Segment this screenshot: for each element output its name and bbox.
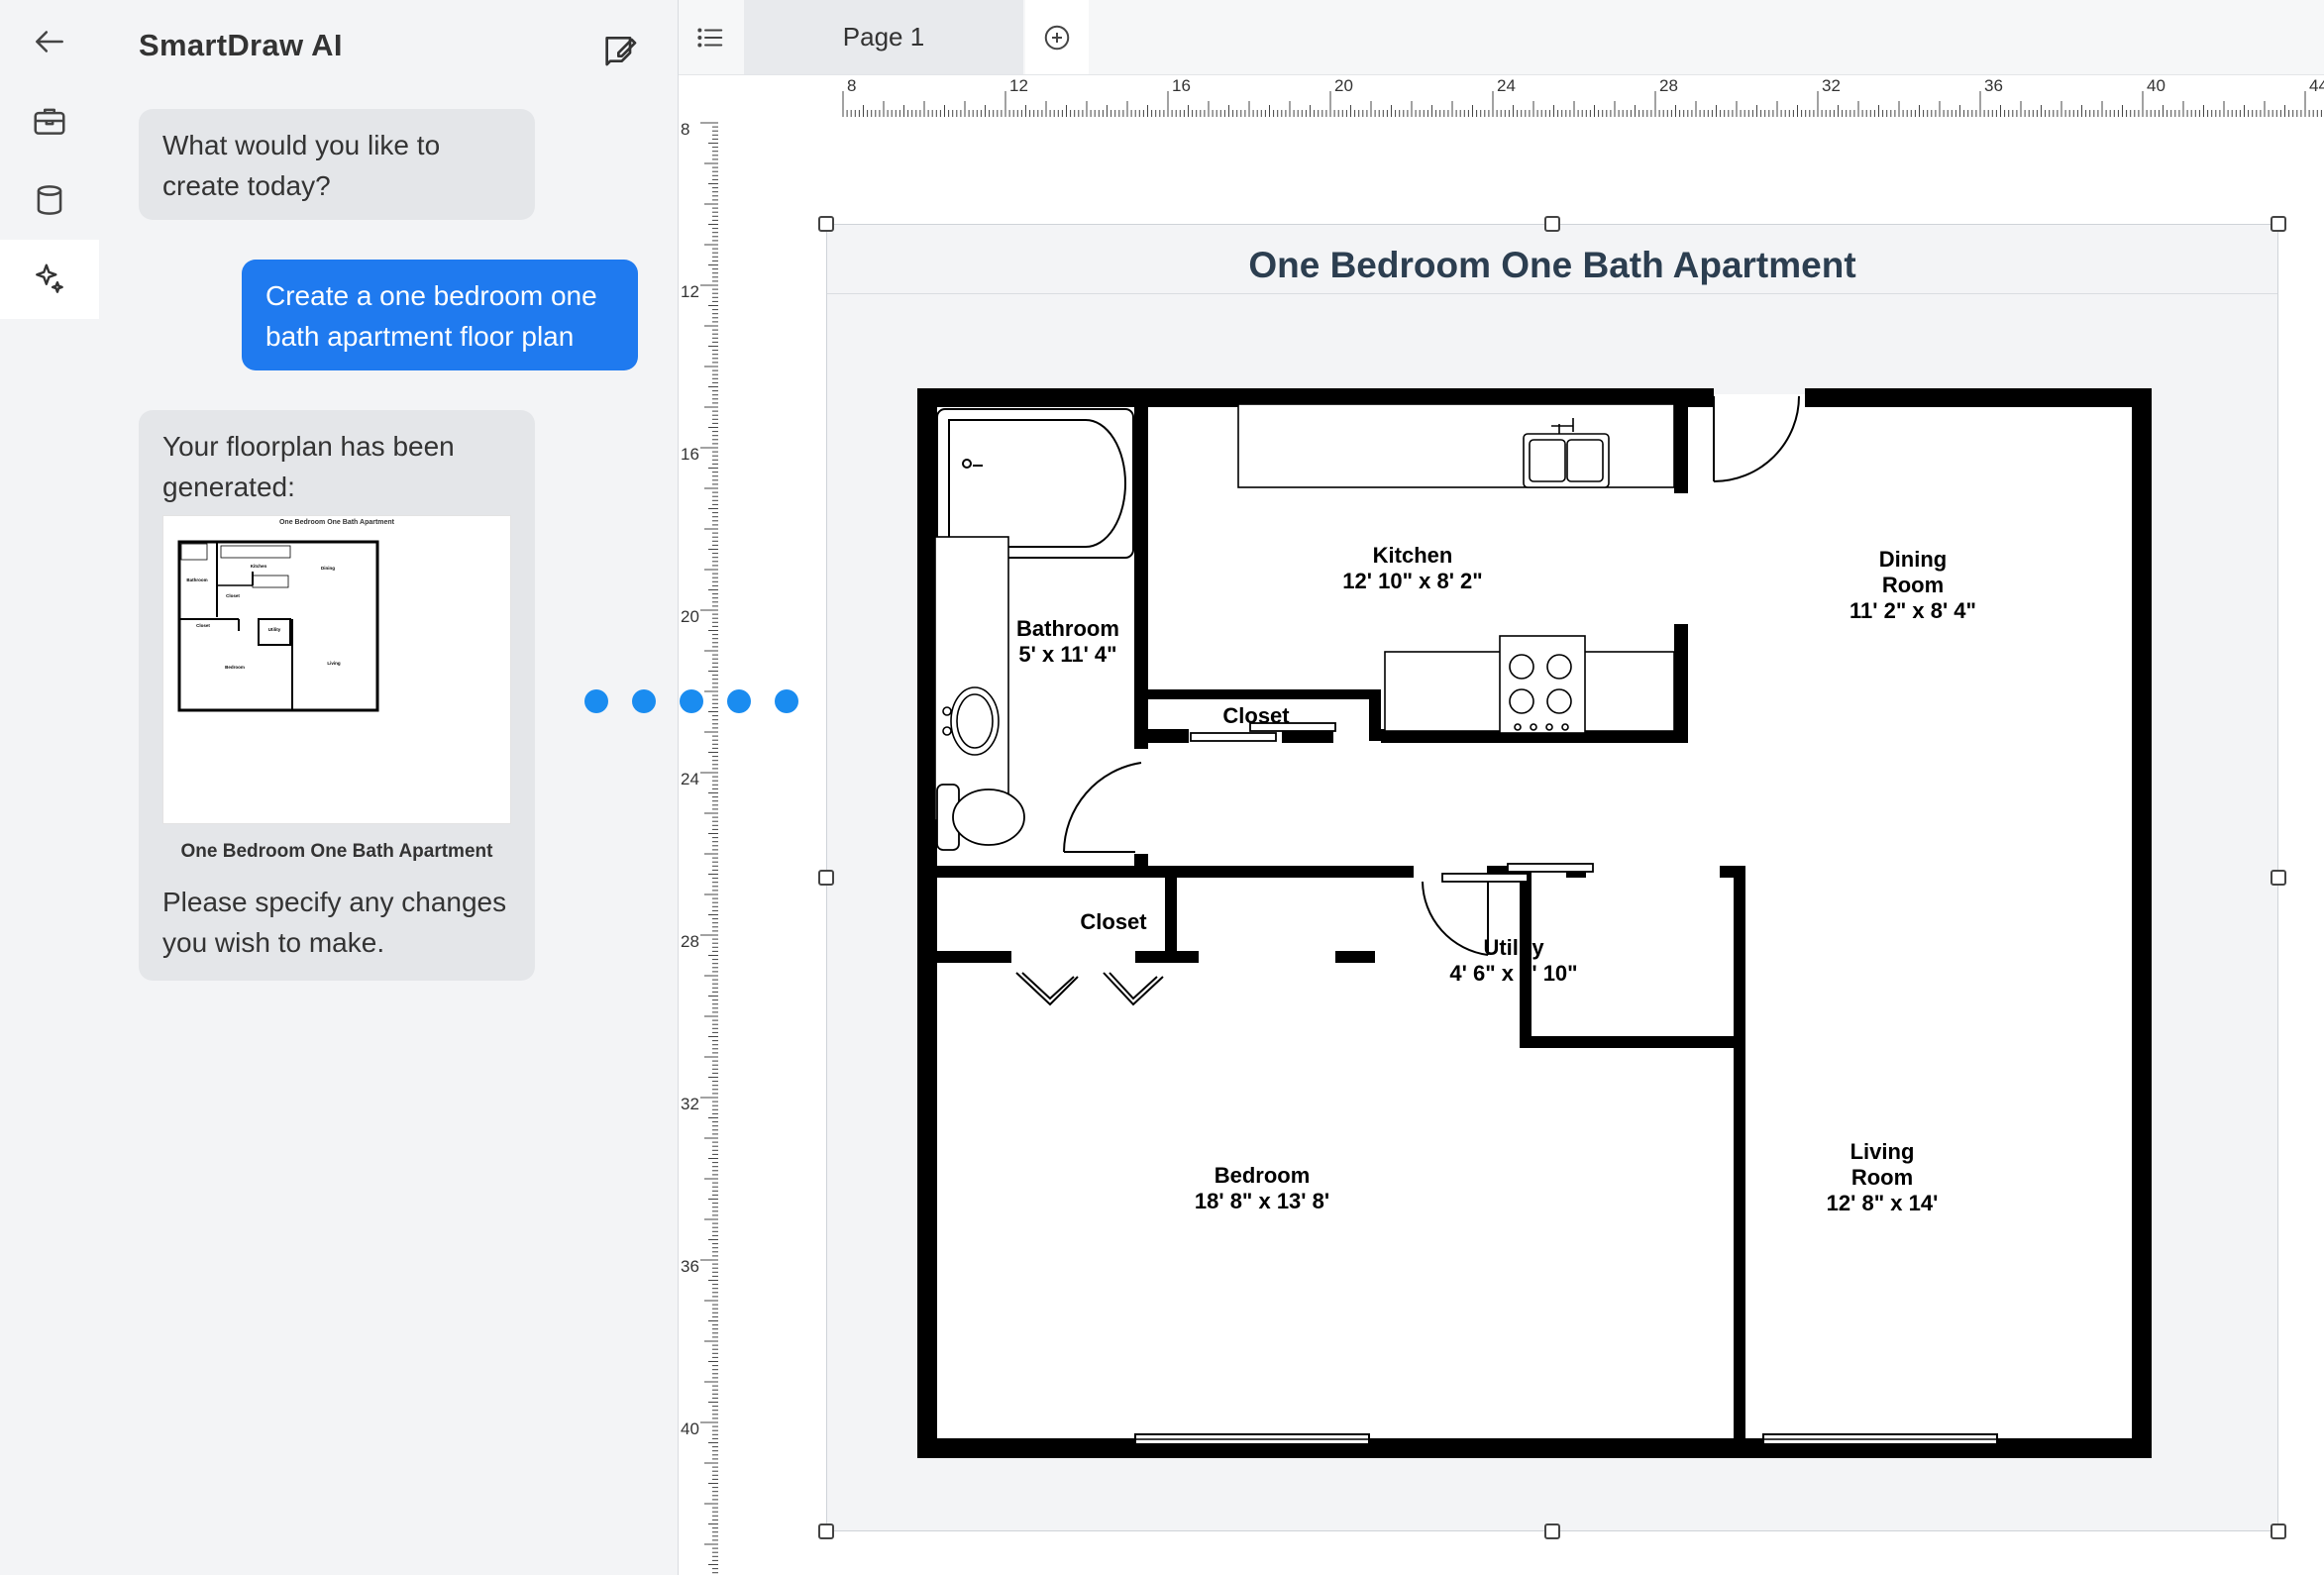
vertical-ruler: 8 12 16 20 24 28 32 36 40	[679, 117, 718, 1575]
resize-handle-ne[interactable]	[2271, 216, 2286, 232]
resize-handle-nw[interactable]	[818, 216, 834, 232]
icon-rail	[0, 0, 100, 1575]
thumb-dining-label: Dining	[321, 566, 335, 571]
drag-dot	[727, 689, 751, 713]
ai-assistant-button[interactable]	[0, 240, 99, 319]
message-text: Please specify any changes you wish to m…	[162, 887, 507, 958]
list-icon	[697, 27, 723, 48]
horizontal-ruler: 8 12 16 20 24 28 32 36 40 44	[679, 75, 2324, 117]
ruler-label: 16	[681, 445, 699, 464]
thumbnail-caption: One Bedroom One Bath Apartment	[180, 841, 493, 862]
thumb-kitchen-label: Kitchen	[251, 564, 267, 569]
user-message: Create a one bedroom one bath apartment …	[242, 260, 638, 370]
message-text: Create a one bedroom one bath apartment …	[265, 280, 597, 352]
floorplan-thumbnail[interactable]: One Bedroom One Bath Apartment Kitchen D…	[162, 515, 511, 824]
panel-resize-handle[interactable]	[584, 687, 802, 717]
ruler-label: 12	[681, 282, 699, 301]
drag-dot	[584, 689, 608, 713]
add-page-button[interactable]	[1025, 0, 1089, 74]
thumb-closet-label: Closet	[226, 593, 240, 598]
resize-handle-sw[interactable]	[818, 1523, 834, 1539]
selection-box	[826, 224, 2278, 1531]
thumb-closet-label: Closet	[196, 623, 210, 628]
assistant-message: Your floorplan has been generated: One B…	[139, 410, 535, 981]
ruler-label: 8	[847, 76, 856, 95]
data-button[interactable]	[0, 160, 99, 240]
ruler-label: 28	[681, 932, 699, 951]
drag-dot	[632, 689, 656, 713]
arrow-left-icon	[36, 31, 63, 52]
ruler-label: 20	[681, 607, 699, 626]
ruler-label: 44	[2309, 76, 2324, 95]
thumbnail-title: One Bedroom One Bath Apartment	[279, 519, 395, 526]
briefcase-icon	[34, 108, 65, 135]
templates-button[interactable]	[0, 81, 99, 160]
message-text: Your floorplan has been generated:	[162, 431, 455, 502]
plus-circle-icon	[1044, 25, 1070, 50]
resize-handle-e[interactable]	[2271, 870, 2286, 886]
page-list-button[interactable]	[679, 0, 742, 74]
new-chat-button[interactable]	[600, 30, 640, 69]
resize-handle-w[interactable]	[818, 870, 834, 886]
ruler-label: 24	[1497, 76, 1516, 95]
back-button[interactable]	[0, 2, 99, 81]
ruler-label: 40	[2147, 76, 2166, 95]
thumb-utility-label: Utility	[268, 627, 281, 632]
ruler-label: 8	[681, 120, 689, 139]
resize-handle-s[interactable]	[1544, 1523, 1560, 1539]
resize-handle-se[interactable]	[2271, 1523, 2286, 1539]
thumb-bathroom-label: Bathroom	[186, 578, 207, 582]
message-text: What would you like to create today?	[162, 130, 441, 201]
ruler-label: 12	[1009, 76, 1028, 95]
ruler-label: 16	[1172, 76, 1191, 95]
drag-dot	[680, 689, 703, 713]
sparkles-icon	[36, 263, 63, 293]
drawing-canvas[interactable]: One Bedroom One Bath Apartment Kitchen 1…	[719, 117, 2324, 1575]
assistant-panel: SmartDraw AI What would you like to crea…	[99, 0, 679, 1575]
drag-dot	[775, 689, 798, 713]
ruler-label: 32	[681, 1095, 699, 1113]
database-icon	[37, 185, 62, 215]
page-tab-bar: Page 1	[679, 0, 2324, 75]
ruler-label: 36	[1984, 76, 2003, 95]
ruler-label: 36	[681, 1257, 699, 1276]
thumb-bedroom-label: Bedroom	[225, 665, 245, 670]
assistant-message: What would you like to create today?	[139, 109, 535, 220]
ruler-label: 28	[1659, 76, 1678, 95]
tab-label: Page 1	[842, 22, 925, 52]
compose-icon	[605, 37, 637, 66]
tab-page-1[interactable]: Page 1	[744, 0, 1023, 74]
thumb-living-label: Living	[327, 661, 341, 666]
panel-title: SmartDraw AI	[139, 28, 343, 62]
ruler-label: 40	[681, 1419, 699, 1438]
ruler-label: 24	[681, 770, 699, 788]
ruler-label: 32	[1822, 76, 1841, 95]
ruler-label: 20	[1334, 76, 1353, 95]
resize-handle-n[interactable]	[1544, 216, 1560, 232]
